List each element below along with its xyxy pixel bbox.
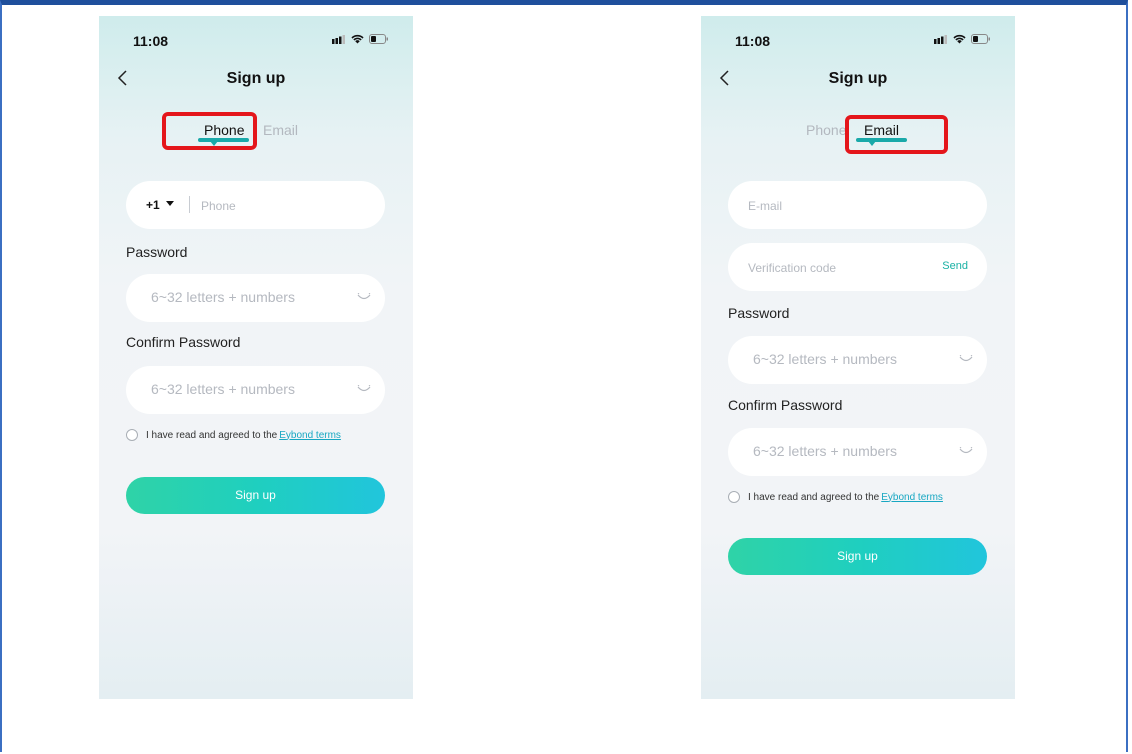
confirm-password-field[interactable]: 6~32 letters + numbers xyxy=(728,428,987,476)
signal-icon xyxy=(934,34,947,44)
tab-phone[interactable]: Phone xyxy=(806,122,846,138)
wifi-icon xyxy=(953,34,966,44)
email-placeholder: E-mail xyxy=(748,199,783,213)
password-label: Password xyxy=(728,305,790,321)
divider xyxy=(189,196,190,213)
terms-link[interactable]: Eybond terms xyxy=(279,430,341,441)
eye-closed-icon[interactable] xyxy=(357,293,371,301)
battery-icon xyxy=(369,34,388,44)
tab-email[interactable]: Email xyxy=(263,122,298,138)
agree-text: I have read and agreed to the xyxy=(748,491,880,503)
confirm-password-label: Confirm Password xyxy=(728,397,843,413)
terms-agreement: I have read and agreed to the Eybond ter… xyxy=(728,491,943,503)
password-placeholder: 6~32 letters + numbers xyxy=(753,351,897,367)
agree-radio[interactable] xyxy=(728,491,740,503)
send-code-button[interactable]: Send xyxy=(942,260,968,272)
status-time: 11:08 xyxy=(133,33,169,49)
signup-button[interactable]: Sign up xyxy=(728,538,987,575)
highlight-box xyxy=(845,115,948,154)
caret-down-icon[interactable] xyxy=(166,201,174,207)
confirm-password-placeholder: 6~32 letters + numbers xyxy=(753,443,897,459)
code-placeholder: Verification code xyxy=(748,261,837,275)
eye-closed-icon[interactable] xyxy=(959,355,973,363)
verification-code-field[interactable]: Verification code Send xyxy=(728,243,987,291)
page-title: Sign up xyxy=(828,70,888,87)
phone-placeholder: Phone xyxy=(201,199,236,213)
status-icons xyxy=(934,34,991,44)
terms-agreement: I have read and agreed to the Eybond ter… xyxy=(126,429,341,441)
agree-radio[interactable] xyxy=(126,429,138,441)
page-title: Sign up xyxy=(226,70,286,87)
confirm-password-label: Confirm Password xyxy=(126,334,241,350)
eye-closed-icon[interactable] xyxy=(357,385,371,393)
status-time: 11:08 xyxy=(735,33,771,49)
country-code[interactable]: +1 xyxy=(146,198,160,212)
password-label: Password xyxy=(126,244,188,260)
password-field[interactable]: 6~32 letters + numbers xyxy=(126,274,385,322)
phone-screen-phone-signup: 11:08 Sign up Phone Email +1 Phone Passw… xyxy=(99,16,413,699)
status-icons xyxy=(332,34,389,44)
eye-closed-icon[interactable] xyxy=(959,447,973,455)
password-placeholder: 6~32 letters + numbers xyxy=(151,289,295,305)
confirm-password-field[interactable]: 6~32 letters + numbers xyxy=(126,366,385,414)
signup-button[interactable]: Sign up xyxy=(126,477,385,514)
battery-icon xyxy=(971,34,990,44)
confirm-password-placeholder: 6~32 letters + numbers xyxy=(151,381,295,397)
agree-text: I have read and agreed to the xyxy=(146,429,278,441)
signal-icon xyxy=(332,34,345,44)
terms-link[interactable]: Eybond terms xyxy=(881,492,943,503)
wifi-icon xyxy=(351,34,364,44)
phone-field[interactable]: +1 Phone xyxy=(126,181,385,229)
email-field[interactable]: E-mail xyxy=(728,181,987,229)
highlight-box xyxy=(162,112,257,150)
phone-screen-email-signup: 11:08 Sign up Phone Email E-mail Verific… xyxy=(701,16,1015,699)
password-field[interactable]: 6~32 letters + numbers xyxy=(728,336,987,384)
